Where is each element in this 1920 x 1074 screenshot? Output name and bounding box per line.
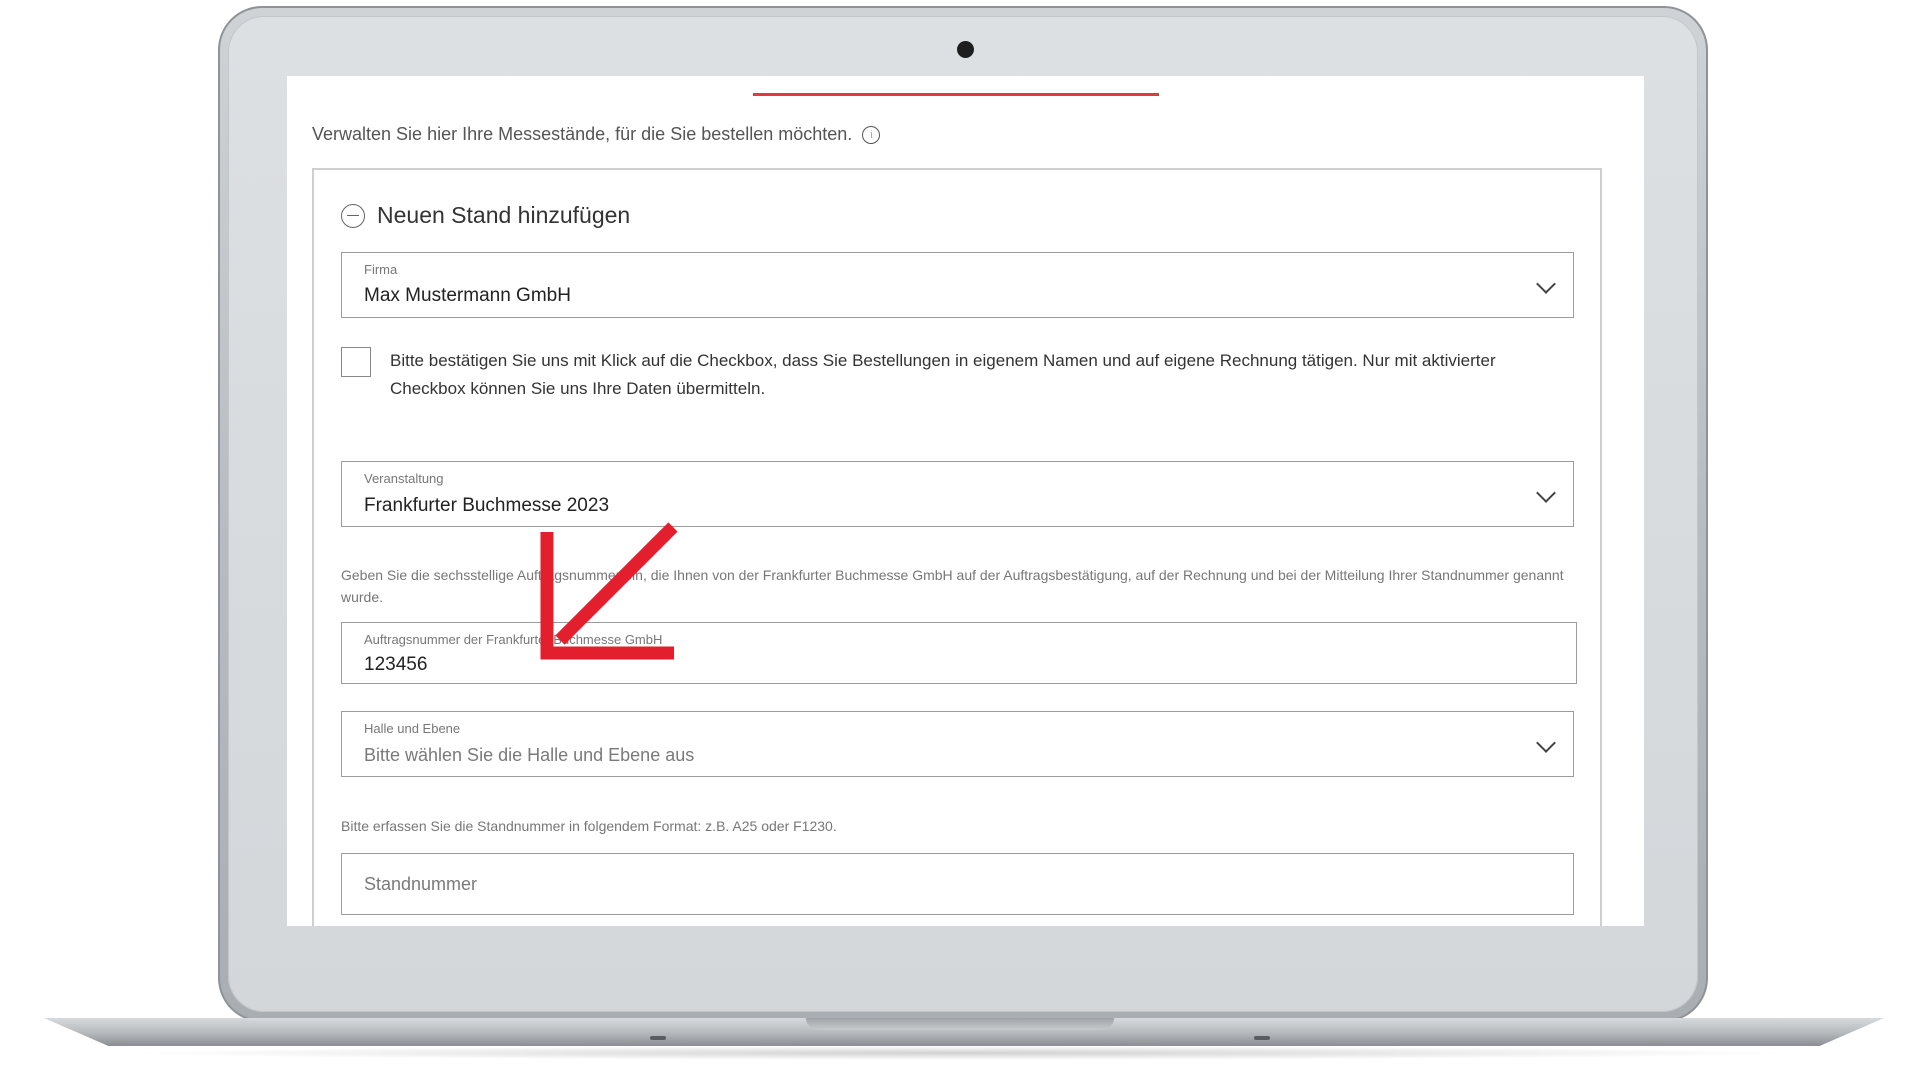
halle-placeholder: Bitte wählen Sie die Halle und Ebene aus: [364, 745, 695, 765]
halle-label: Halle und Ebene: [364, 721, 461, 736]
firma-label: Firma: [364, 262, 398, 277]
confirm-text: Bitte bestätigen Sie uns mit Klick auf d…: [390, 351, 1496, 398]
firma-value: Max Mustermann GmbH: [364, 285, 571, 306]
laptop-shadow: [120, 1046, 1800, 1060]
standnummer-placeholder: Standnummer: [364, 874, 478, 894]
chevron-down-icon[interactable]: [1536, 733, 1556, 753]
laptop-foot-right: [1254, 1036, 1270, 1040]
active-tab-indicator: [753, 93, 1159, 96]
section-title: Neuen Stand hinzufügen: [377, 202, 631, 228]
stand-number-hint: Bitte erfassen Sie die Standnummer in fo…: [341, 818, 837, 834]
auftragsnummer-value: 123456: [364, 654, 428, 675]
auftragsnummer-input[interactable]: Auftragsnummer der Frankfurter Buchmesse…: [341, 622, 1577, 684]
collapse-section-toggle[interactable]: Neuen Stand hinzufügen: [341, 202, 630, 229]
intro-row: Verwalten Sie hier Ihre Messestände, für…: [312, 124, 881, 145]
halle-select[interactable]: Halle und Ebene Bitte wählen Sie die Hal…: [341, 711, 1574, 777]
firma-select[interactable]: Firma Max Mustermann GmbH: [341, 252, 1574, 318]
chevron-down-icon[interactable]: [1536, 274, 1556, 294]
standnummer-input[interactable]: Standnummer: [341, 853, 1574, 915]
order-number-hint: Geben Sie die sechsstellige Auftragsnumm…: [341, 567, 1564, 605]
veranstaltung-select[interactable]: Veranstaltung Frankfurter Buchmesse 2023: [341, 461, 1574, 527]
intro-text: Verwalten Sie hier Ihre Messestände, für…: [312, 124, 853, 144]
minus-circle-icon[interactable]: [341, 203, 365, 228]
camera-icon: [957, 41, 974, 58]
stand-form-panel: Neuen Stand hinzufügen Firma Max Musterm…: [312, 168, 1602, 926]
laptop-foot-left: [650, 1036, 666, 1040]
screen: Verwalten Sie hier Ihre Messestände, für…: [287, 76, 1644, 926]
chevron-down-icon[interactable]: [1536, 483, 1556, 503]
confirm-checkbox[interactable]: [341, 347, 371, 377]
info-icon[interactable]: i: [862, 125, 881, 144]
veranstaltung-value: Frankfurter Buchmesse 2023: [364, 495, 610, 516]
laptop-notch: [806, 1018, 1114, 1030]
arrow-shaft: [555, 522, 678, 645]
red-arrow-icon: [540, 522, 678, 660]
veranstaltung-label: Veranstaltung: [364, 471, 444, 486]
